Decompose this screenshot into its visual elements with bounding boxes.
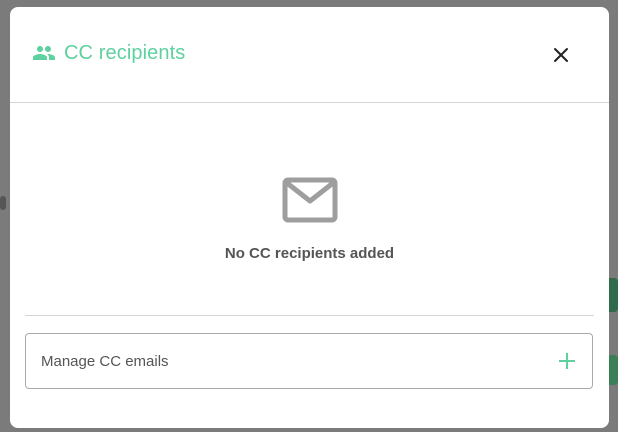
modal-title: CC recipients xyxy=(32,41,185,65)
empty-state: No CC recipients added xyxy=(10,177,609,262)
cc-recipients-modal: CC recipients No CC recipients added Man… xyxy=(10,7,609,428)
manage-cc-emails-button[interactable]: Manage CC emails xyxy=(25,333,593,389)
empty-state-message: No CC recipients added xyxy=(224,245,395,262)
close-icon xyxy=(554,48,568,62)
mail-icon xyxy=(282,177,338,223)
divider xyxy=(25,315,594,316)
close-button[interactable] xyxy=(551,45,571,65)
background-element xyxy=(0,196,6,210)
group-icon xyxy=(32,41,56,65)
modal-title-text: CC recipients xyxy=(64,41,186,64)
plus-icon[interactable] xyxy=(558,352,576,370)
modal-header: CC recipients xyxy=(10,7,609,103)
manage-cc-emails-label: Manage CC emails xyxy=(41,352,169,370)
